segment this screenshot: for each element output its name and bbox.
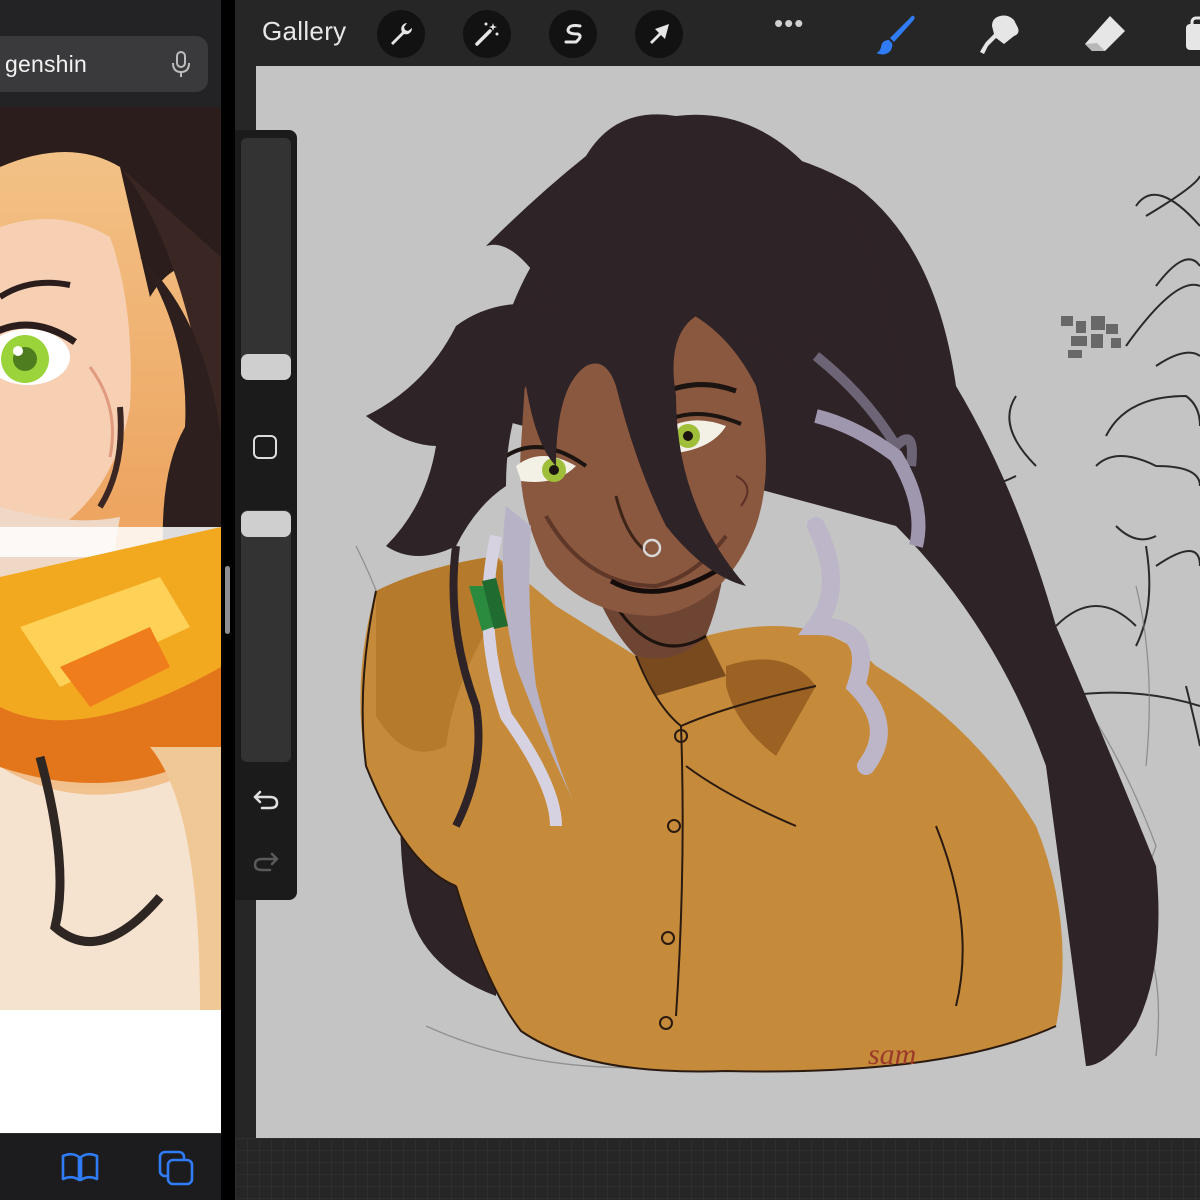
page-blank-area (0, 1010, 221, 1133)
signature-text: sam (868, 1038, 916, 1071)
drawing-canvas[interactable]: sam (256, 66, 1200, 1138)
tabs-icon[interactable] (157, 1149, 195, 1187)
split-view-handle[interactable] (225, 566, 230, 634)
reference-artwork (0, 107, 221, 1010)
smudge-icon[interactable] (974, 10, 1024, 60)
wrench-button[interactable] (377, 10, 425, 58)
browser-pane: genshin (0, 0, 221, 1200)
adjustments-button[interactable] (463, 10, 511, 58)
brush-size-thumb[interactable] (241, 354, 291, 380)
selection-button[interactable] (549, 10, 597, 58)
eraser-icon[interactable] (1080, 10, 1130, 60)
redo-icon[interactable] (252, 849, 280, 873)
opacity-thumb[interactable] (241, 511, 291, 537)
transform-arrow-icon (650, 24, 669, 44)
transform-button[interactable] (635, 10, 683, 58)
undo-icon[interactable] (252, 787, 280, 811)
layers-icon[interactable] (1180, 10, 1200, 60)
magic-wand-icon (475, 22, 499, 46)
canvas-bottom-area (235, 1138, 1200, 1200)
microphone-icon[interactable] (170, 50, 192, 80)
search-query: genshin (5, 50, 87, 77)
search-field[interactable]: genshin (0, 36, 208, 92)
modify-button[interactable] (253, 435, 277, 459)
gallery-button[interactable]: Gallery (262, 16, 346, 47)
wrench-icon (391, 23, 413, 45)
brush-icon[interactable] (872, 10, 922, 60)
brush-size-slider[interactable] (241, 138, 291, 378)
canvas-artwork: sam (355, 114, 1200, 1073)
bookmarks-icon[interactable] (60, 1150, 100, 1184)
opacity-slider[interactable] (241, 510, 291, 762)
reference-image[interactable] (0, 107, 221, 1010)
selection-icon (564, 24, 582, 44)
more-options-button[interactable]: ••• (774, 8, 804, 39)
